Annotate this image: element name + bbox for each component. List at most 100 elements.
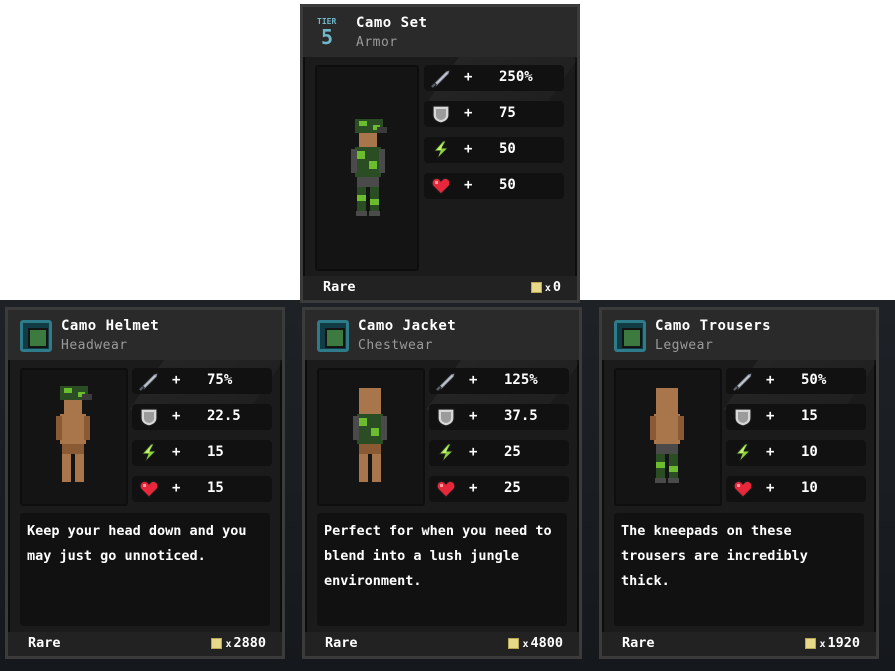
character-portrait [315, 65, 419, 271]
camo-jacket-sprite [353, 388, 387, 482]
stat-plus: + [464, 105, 473, 121]
stat-plus: + [469, 372, 478, 388]
stat-value: 10 [801, 480, 818, 496]
stat-plus: + [172, 408, 181, 424]
stat-power: + 125% [429, 368, 569, 394]
heart-icon [732, 479, 754, 499]
stat-value: 250% [499, 69, 533, 85]
energy-bolt-icon [435, 443, 457, 463]
stat-plus: + [469, 408, 478, 424]
stat-value: 15 [207, 480, 224, 496]
stat-value: 22.5 [207, 408, 241, 424]
pixel-currency-icon [211, 637, 223, 649]
stat-energy: + 10 [726, 440, 866, 466]
times-sign: x [544, 283, 551, 294]
card-title: Camo Trousers [655, 318, 772, 334]
stat-plus: + [172, 372, 181, 388]
stat-plus: + [464, 141, 473, 157]
stat-plus: + [172, 444, 181, 460]
item-card-headwear: Camo Helmet Headwear + 75% + 22.5 + 15 +… [5, 307, 285, 659]
stat-protection: + 37.5 [429, 404, 569, 430]
times-sign: x [522, 639, 529, 650]
stat-power: + 75% [132, 368, 272, 394]
rarity-label: Rare [323, 279, 356, 295]
stat-value: 15 [207, 444, 224, 460]
stat-health: + 10 [726, 476, 866, 502]
camo-helmet-sprite [56, 386, 92, 482]
sword-icon [430, 68, 452, 88]
shield-icon [138, 407, 160, 427]
camo-trousers-sprite [650, 388, 684, 483]
price: x 1920 [805, 635, 860, 651]
stat-value: 25 [504, 480, 521, 496]
energy-bolt-icon [732, 443, 754, 463]
heart-icon [138, 479, 160, 499]
price-value: 0 [552, 279, 561, 295]
sword-icon [138, 371, 160, 391]
card-footer: Rare x0 [303, 276, 577, 300]
stat-plus: + [464, 177, 473, 193]
sword-icon [435, 371, 457, 391]
jacket-icon [317, 320, 349, 352]
item-description-box: The kneepads on these trousers are incre… [614, 513, 864, 626]
card-footer: Rare x 1920 [602, 632, 876, 656]
stat-health: + 50 [424, 173, 564, 199]
shield-icon [430, 104, 452, 124]
stat-power: + 50% [726, 368, 866, 394]
stat-value: 37.5 [504, 408, 538, 424]
camo-full-sprite [351, 119, 387, 216]
stat-power: + 250% [424, 65, 564, 91]
price: x0 [530, 279, 561, 295]
card-subtitle: Legwear [655, 338, 714, 353]
stat-value: 15 [801, 408, 818, 424]
item-card-legwear: Camo Trousers Legwear + 50% + 15 + 10 + … [599, 307, 879, 659]
stat-energy: + 50 [424, 137, 564, 163]
price: x 4800 [508, 635, 563, 651]
heart-icon [435, 479, 457, 499]
heart-icon [430, 176, 452, 196]
stat-plus: + [766, 480, 775, 496]
card-header [303, 7, 577, 57]
card-subtitle: Armor [356, 35, 398, 50]
item-description: Keep your head down and you may just go … [27, 523, 247, 564]
stat-plus: + [172, 480, 181, 496]
character-portrait [20, 368, 128, 506]
item-description-box: Keep your head down and you may just go … [20, 513, 270, 626]
shield-icon [435, 407, 457, 427]
pixel-currency-icon [530, 281, 542, 293]
item-card-chestwear: Camo Jacket Chestwear + 125% + 37.5 + 25… [302, 307, 582, 659]
item-description-box: Perfect for when you need to blend into … [317, 513, 567, 626]
stat-plus: + [766, 372, 775, 388]
stat-value: 75% [207, 372, 233, 388]
stat-value: 50 [499, 141, 516, 157]
stat-value: 75 [499, 105, 516, 121]
stat-value: 10 [801, 444, 818, 460]
price-value: 4800 [530, 635, 563, 651]
stat-energy: + 15 [132, 440, 272, 466]
stat-plus: + [469, 444, 478, 460]
rarity-label: Rare [28, 635, 61, 651]
shield-icon [732, 407, 754, 427]
stat-value: 125% [504, 372, 538, 388]
stat-plus: + [766, 444, 775, 460]
pixel-currency-icon [805, 637, 817, 649]
price-value: 2880 [233, 635, 266, 651]
card-subtitle: Chestwear [358, 338, 433, 353]
energy-bolt-icon [138, 443, 160, 463]
stat-value: 25 [504, 444, 521, 460]
item-description: Perfect for when you need to blend into … [324, 523, 552, 589]
stat-health: + 15 [132, 476, 272, 502]
card-title: Camo Jacket [358, 318, 457, 334]
helmet-icon [20, 320, 52, 352]
times-sign: x [225, 639, 232, 650]
energy-bolt-icon [430, 140, 452, 160]
tier-number: 5 [321, 25, 334, 49]
stat-health: + 25 [429, 476, 569, 502]
rarity-label: Rare [325, 635, 358, 651]
stat-plus: + [766, 408, 775, 424]
stat-protection: + 75 [424, 101, 564, 127]
times-sign: x [819, 639, 826, 650]
character-portrait [614, 368, 722, 506]
card-title: Camo Set [356, 15, 428, 31]
stat-plus: + [464, 69, 473, 85]
